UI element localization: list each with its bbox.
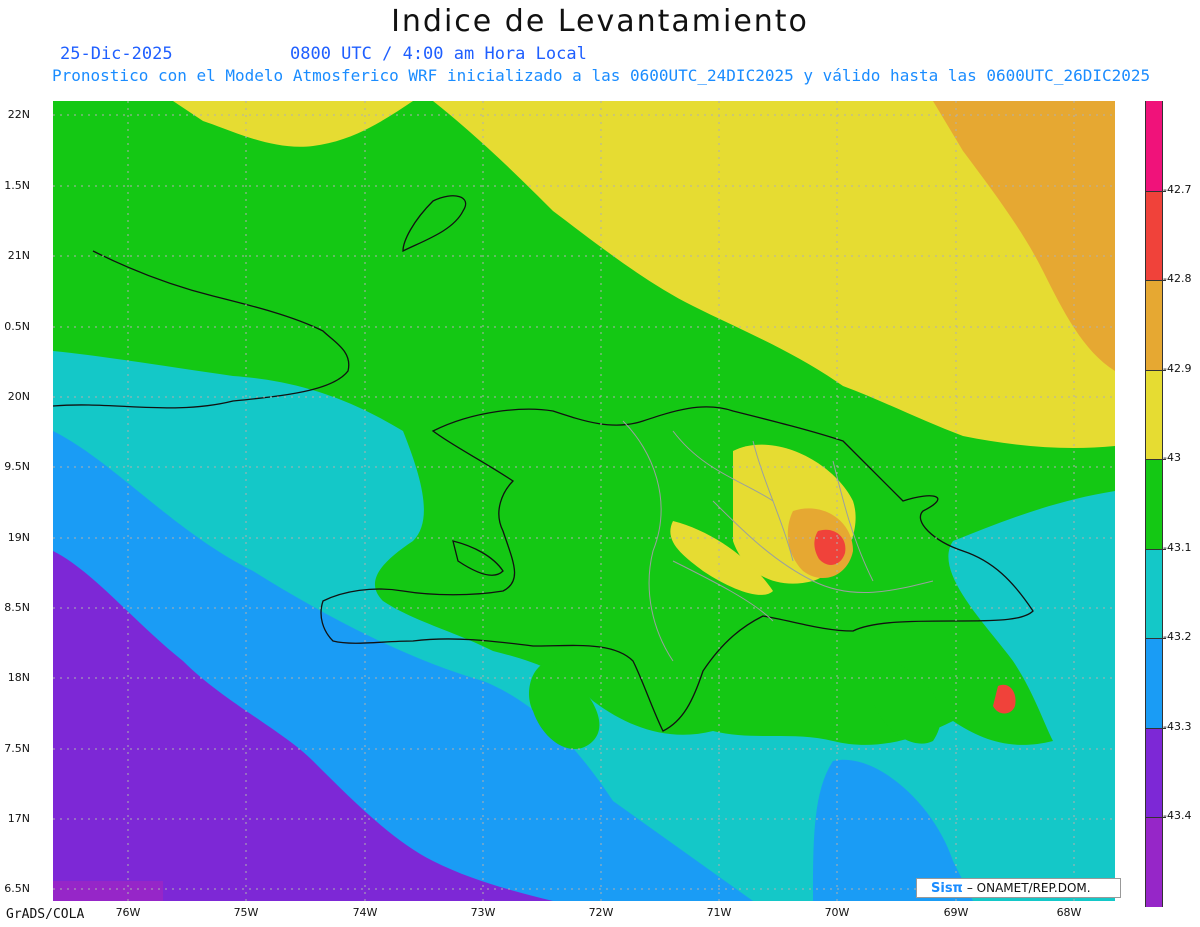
colorbar-segment [1145,101,1163,191]
colorbar-segment [1145,190,1163,280]
colorbar-label: -43.1 [1163,540,1192,554]
forecast-date: 25-Dic-2025 [60,44,173,64]
lon-label: 71W [706,906,732,919]
lon-label: 74W [352,906,378,919]
lon-label: 70W [824,906,850,919]
colorbar-segment [1145,369,1163,459]
logo-brand: Sisπ [931,880,963,896]
map-canvas [53,101,1115,901]
colorbar-segment [1145,548,1163,638]
colorbar-segment [1145,817,1163,907]
lon-label: 75W [233,906,259,919]
colorbar-label: -42.9 [1163,361,1192,375]
logo-text: – ONAMET/REP.DOM. [966,881,1091,895]
lon-label: 69W [943,906,969,919]
lon-label: 72W [588,906,614,919]
grads-credit: GrADS/COLA [6,907,85,922]
colorbar-segment [1145,280,1163,370]
map-title: Indice de Levantamiento [391,4,809,39]
colorbar-label: -43.3 [1163,719,1192,733]
field-band-violet [53,881,163,901]
forecast-time: 0800 UTC / 4:00 am Hora Local [290,44,587,64]
lon-label: 73W [470,906,496,919]
lifted-index-map [53,101,1115,901]
colorbar-label: -43.2 [1163,630,1192,643]
colorbar-label: -42.7 [1163,182,1192,196]
onamet-logo: Sisπ – ONAMET/REP.DOM. [916,878,1121,898]
colorbar-segment [1145,459,1163,549]
colorbar-label: -43.4 [1163,809,1192,822]
colorbar-label: -42.8 [1163,272,1192,285]
lon-label: 68W [1056,906,1082,919]
lon-label: 76W [115,906,141,919]
colorbar-segment [1145,727,1163,817]
colorbar-label: -43 [1163,451,1181,464]
colorbar-segment [1145,638,1163,728]
forecast-subtitle: Pronostico con el Modelo Atmosferico WRF… [52,66,1151,85]
